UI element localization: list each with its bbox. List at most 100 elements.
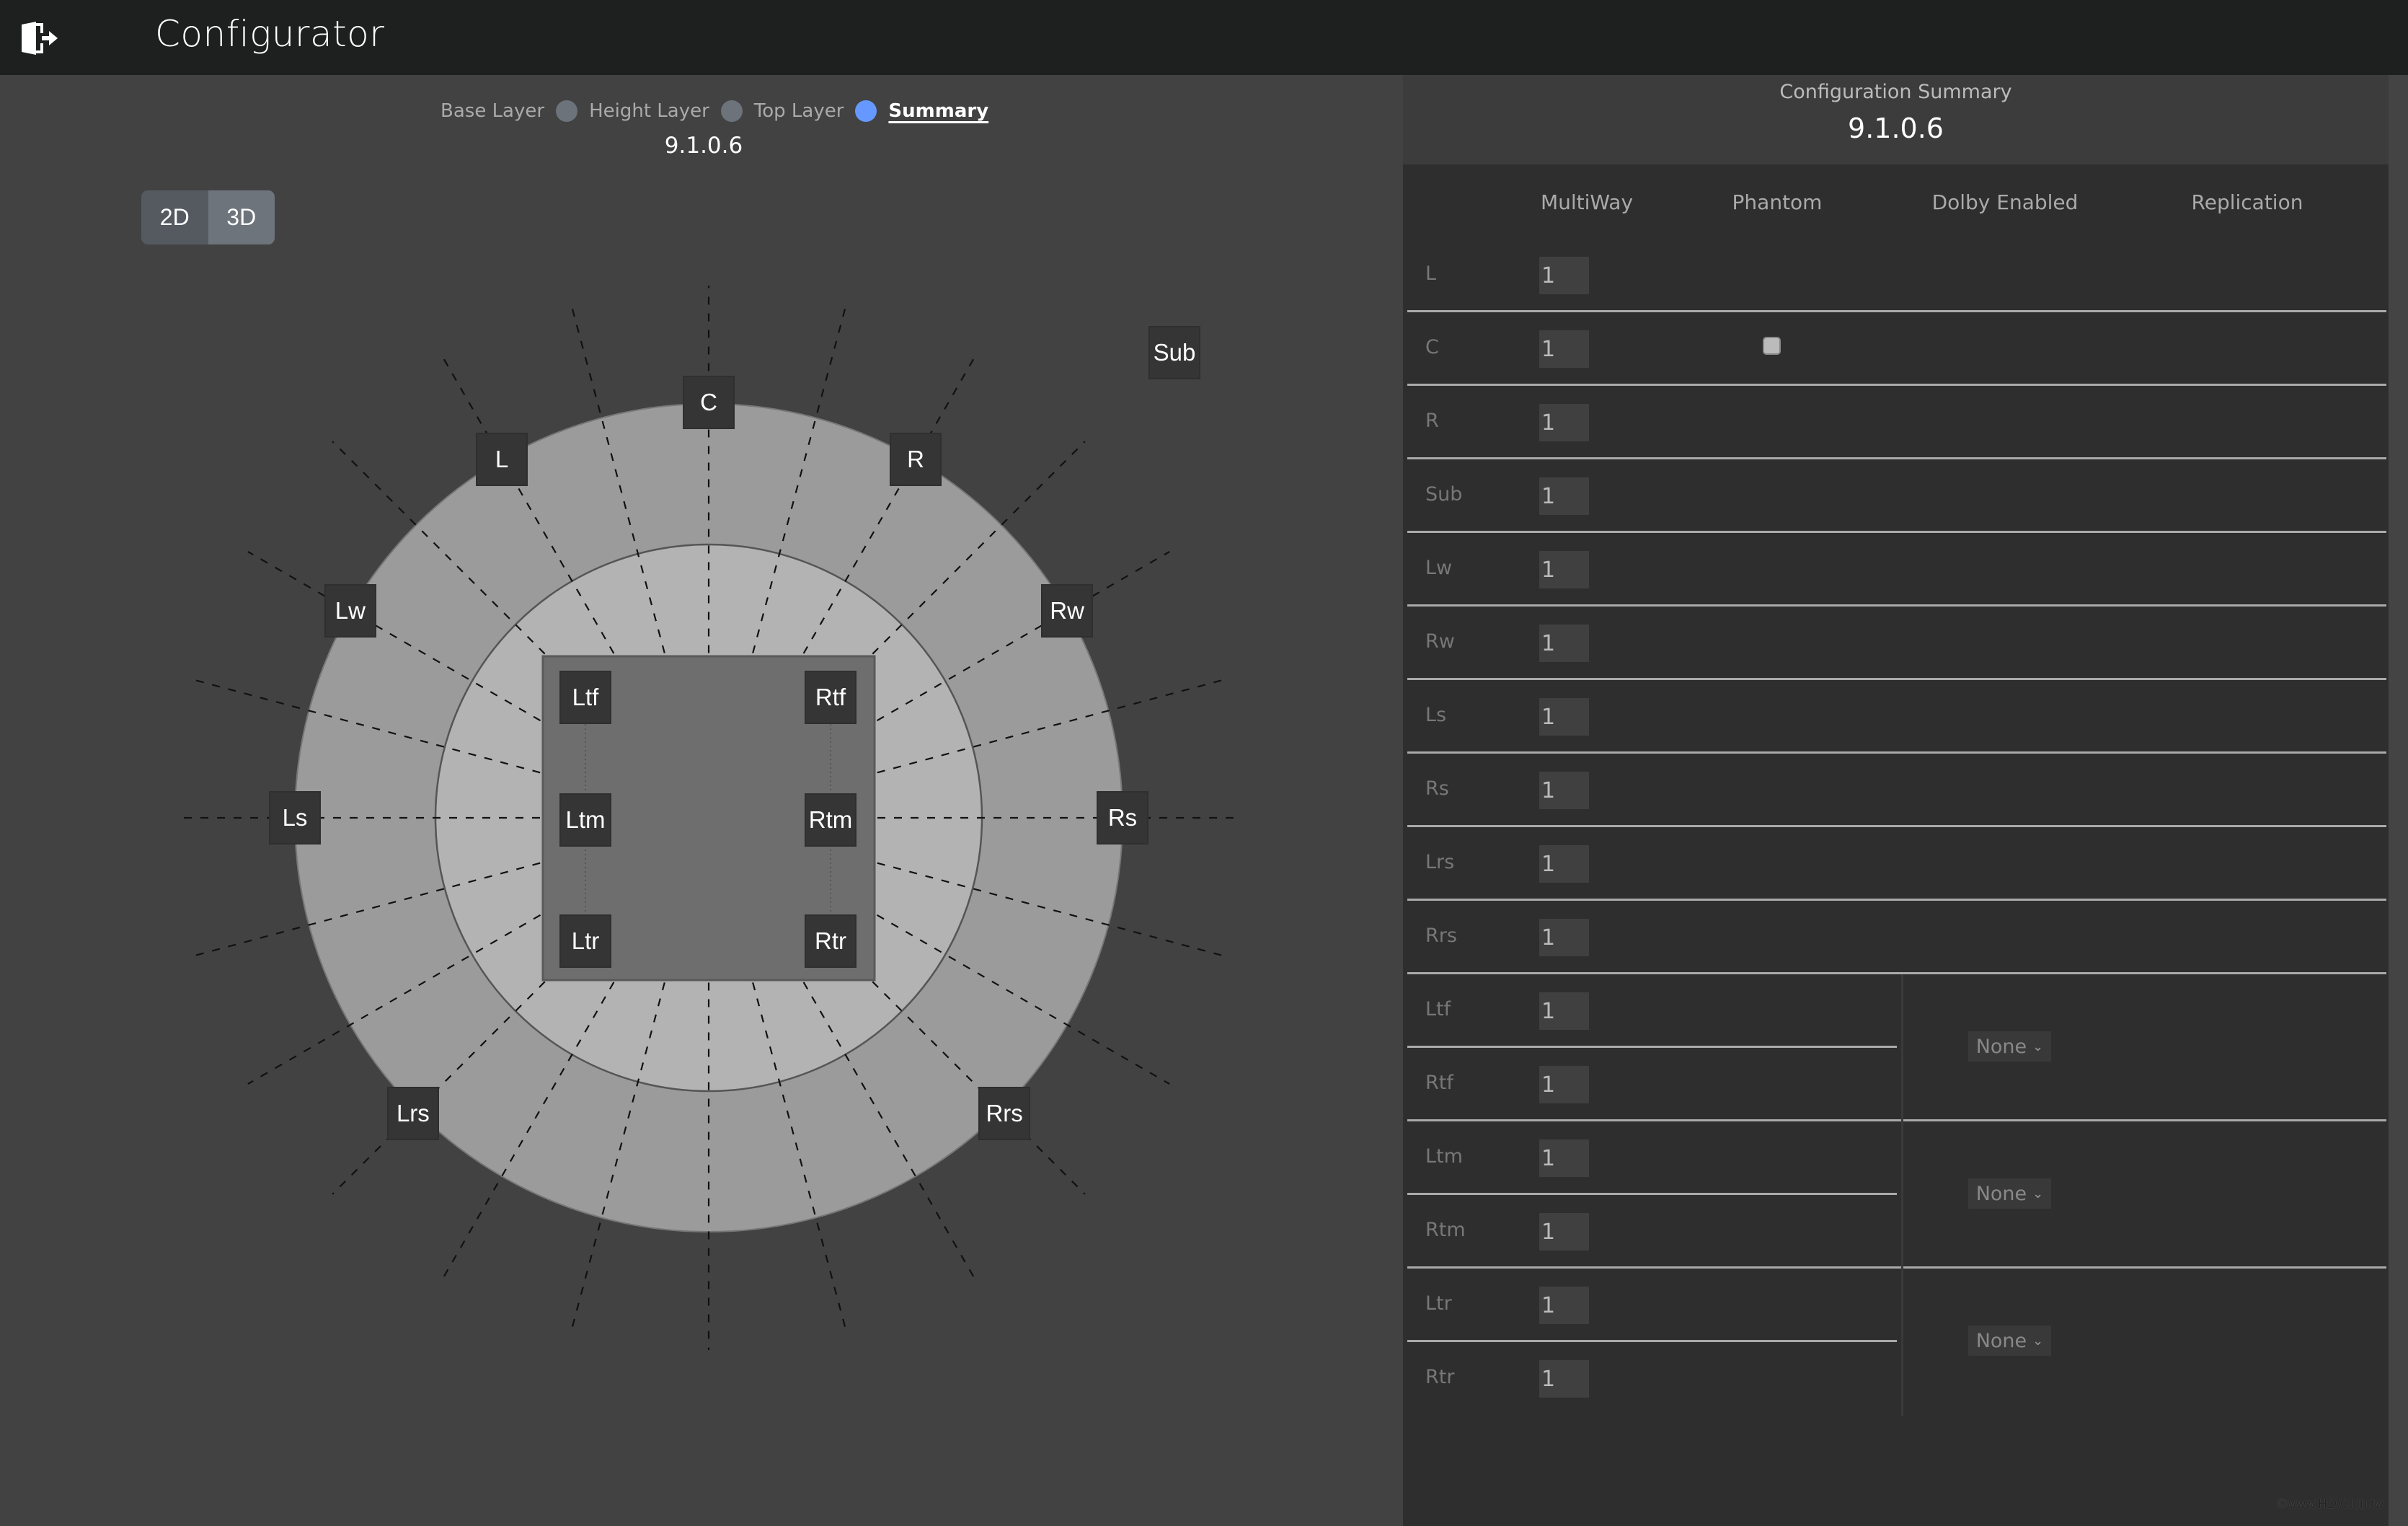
- multiway-input[interactable]: [1539, 404, 1589, 441]
- multiway-input[interactable]: [1539, 330, 1589, 368]
- speaker-l[interactable]: L: [476, 432, 528, 486]
- multiway-input[interactable]: [1539, 1213, 1589, 1251]
- row-label: Ltr: [1425, 1292, 1452, 1315]
- summary-version: 9.1.0.6: [1848, 113, 1944, 144]
- multiway-input[interactable]: [1539, 1287, 1589, 1324]
- chevron-down-icon: ⌄: [2032, 1186, 2044, 1201]
- config-version: 9.1.0.6: [0, 133, 1403, 159]
- tab-height-layer-dot[interactable]: [556, 100, 578, 122]
- column-header-dolby-enabled: Dolby Enabled: [1931, 190, 2079, 214]
- table-row-l: L: [1407, 239, 2386, 312]
- speaker-ls[interactable]: Ls: [269, 791, 321, 844]
- row-label: Lrs: [1425, 851, 1455, 873]
- speaker-rs[interactable]: Rs: [1097, 791, 1148, 844]
- select-value: None: [1975, 1035, 2027, 1058]
- tab-height-layer[interactable]: Height Layer: [589, 100, 709, 122]
- row-label: C: [1425, 336, 1439, 358]
- speaker-lrs[interactable]: Lrs: [386, 1087, 439, 1141]
- scrollbar[interactable]: [2389, 75, 2408, 1526]
- view-3d-button[interactable]: 3D: [208, 190, 275, 244]
- table-row-ltr: Ltr: [1407, 1269, 2386, 1342]
- row-label: Rs: [1425, 777, 1449, 800]
- table-row-c: C: [1407, 312, 2386, 386]
- speaker-rtm[interactable]: Rtm: [805, 793, 856, 847]
- multiway-input[interactable]: [1539, 1360, 1589, 1398]
- layer-tabs: Base Layer Height Layer Top Layer Summar…: [441, 97, 988, 125]
- table-row-rw: Rw: [1407, 607, 2386, 680]
- row-label: Lw: [1425, 557, 1453, 579]
- row-label: Ltf: [1425, 998, 1451, 1020]
- summary-header: Configuration Summary 9.1.0.6: [1403, 75, 2389, 164]
- row-label: Rtm: [1425, 1219, 1466, 1241]
- tab-top-layer-dot[interactable]: [720, 100, 743, 122]
- row-label: Rrs: [1425, 925, 1457, 947]
- column-header-replication: Replication: [2191, 190, 2303, 214]
- speaker-c[interactable]: C: [683, 376, 735, 429]
- speaker-ltf[interactable]: Ltf: [559, 671, 611, 724]
- chevron-down-icon: ⌄: [2032, 1333, 2044, 1349]
- speaker-ltm[interactable]: Ltm: [559, 793, 611, 847]
- speaker-rw[interactable]: Rw: [1041, 584, 1094, 638]
- tab-summary[interactable]: Summary: [888, 100, 988, 122]
- multiway-input[interactable]: [1539, 919, 1589, 956]
- multiway-input[interactable]: [1539, 772, 1589, 809]
- table-row-ls: Ls: [1407, 680, 2386, 754]
- tab-summary-dot[interactable]: [855, 100, 877, 122]
- tab-base-layer[interactable]: Base Layer: [441, 100, 544, 122]
- select-value: None: [1975, 1329, 2027, 1352]
- app-title: Configurator: [155, 13, 385, 55]
- speaker-r[interactable]: R: [890, 432, 942, 486]
- row-label: Sub: [1425, 483, 1463, 506]
- tab-top-layer[interactable]: Top Layer: [754, 100, 844, 122]
- dolby-enabled-select-ltm-rtm[interactable]: None ⌄: [1968, 1178, 2051, 1209]
- speaker-rtf[interactable]: Rtf: [805, 671, 856, 724]
- dolby-enabled-select-ltr-rtr[interactable]: None ⌄: [1968, 1326, 2051, 1356]
- row-label: R: [1425, 410, 1439, 432]
- table-row-rrs: Rrs: [1407, 901, 2386, 974]
- multiway-input[interactable]: [1539, 257, 1589, 294]
- speaker-rrs[interactable]: Rrs: [978, 1087, 1031, 1141]
- multiway-input[interactable]: [1539, 845, 1589, 883]
- column-header-multiway: MultiWay: [1540, 190, 1634, 214]
- dolby-enabled-select-ltf-rtf[interactable]: None ⌄: [1968, 1031, 2051, 1062]
- multiway-input[interactable]: [1539, 477, 1589, 515]
- row-label: Rtf: [1425, 1072, 1453, 1094]
- column-header-phantom: Phantom: [1732, 190, 1823, 214]
- multiway-input[interactable]: [1539, 698, 1589, 736]
- speaker-rtr[interactable]: Rtr: [805, 914, 856, 968]
- config-version-text: 9.1.0.6: [664, 133, 743, 159]
- watermark: ©www.HD.Club.tw: [2277, 1496, 2383, 1511]
- table-row-rtf: Rtf: [1407, 1048, 2386, 1121]
- row-label: Rw: [1425, 630, 1455, 653]
- dolby-column-divider: [1901, 974, 1903, 1416]
- table-row-ltm: Ltm: [1407, 1121, 2386, 1195]
- row-label: Rtr: [1425, 1366, 1455, 1388]
- speaker-sub[interactable]: Sub: [1148, 326, 1200, 379]
- multiway-input[interactable]: [1539, 1139, 1589, 1177]
- table-row-rtm: Rtm: [1407, 1195, 2386, 1269]
- table-row-ltf: Ltf: [1407, 974, 2386, 1048]
- row-label: Ltm: [1425, 1145, 1463, 1168]
- speaker-diagram: [177, 286, 1241, 1350]
- table-row-r: R: [1407, 386, 2386, 459]
- multiway-input[interactable]: [1539, 992, 1589, 1030]
- select-value: None: [1975, 1182, 2027, 1205]
- speaker-ltr[interactable]: Ltr: [559, 914, 611, 968]
- table-row-rtr: Rtr: [1407, 1342, 2386, 1416]
- multiway-input[interactable]: [1539, 551, 1589, 588]
- view-2d-button[interactable]: 2D: [141, 190, 208, 244]
- chevron-down-icon: ⌄: [2032, 1038, 2044, 1054]
- speaker-layout-panel: Base Layer Height Layer Top Layer Summar…: [0, 75, 1403, 1526]
- multiway-input[interactable]: [1539, 1066, 1589, 1103]
- table-row-lrs: Lrs: [1407, 827, 2386, 901]
- top-bar: Configurator: [0, 0, 2408, 75]
- table-row-sub: Sub: [1407, 459, 2386, 533]
- exit-door-icon[interactable]: [20, 20, 59, 56]
- multiway-input[interactable]: [1539, 625, 1589, 662]
- phantom-checkbox[interactable]: [1763, 337, 1781, 355]
- view-toggle: 2D 3D: [141, 190, 275, 244]
- table-row-lw: Lw: [1407, 533, 2386, 607]
- table-row-rs: Rs: [1407, 754, 2386, 827]
- speaker-lw[interactable]: Lw: [324, 584, 376, 638]
- row-label: Ls: [1425, 704, 1447, 726]
